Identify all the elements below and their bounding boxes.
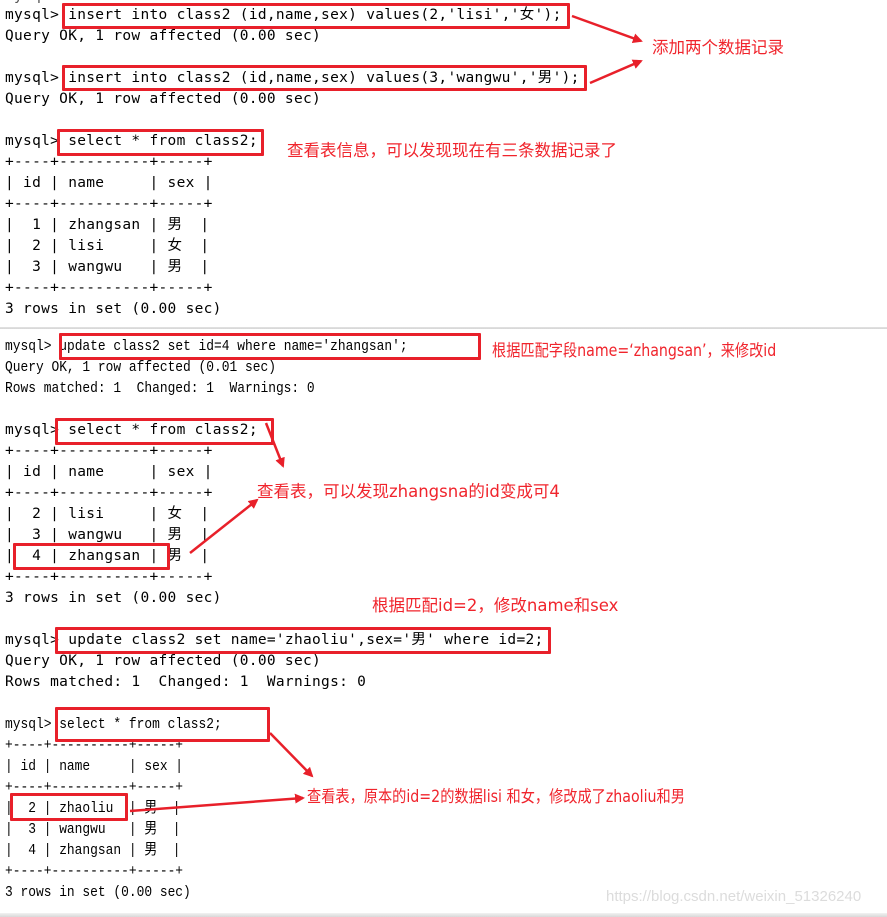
table-row: | 3 | wangwu | 男 | [5, 259, 210, 275]
annotation-select2: 查看表，可以发现zhangsna的id变成可4 [257, 482, 560, 501]
highlight-box [62, 65, 587, 91]
highlight-box [55, 707, 270, 742]
table-header: | id | name | sex | [5, 758, 184, 775]
table-row: | 4 | zhangsan | 男 | [5, 842, 181, 859]
annotation-update2: 根据匹配id=2，修改name和sex [372, 596, 619, 615]
annotation-update1: 根据匹配字段name=‘zhangsan’，来修改id [492, 341, 777, 360]
query-result: Rows matched: 1 Changed: 1 Warnings: 0 [5, 380, 315, 397]
table-border: +----+----------+-----+ [5, 863, 184, 880]
table-border: +----+----------+-----+ [5, 196, 213, 212]
result-summary: 3 rows in set (0.00 sec) [5, 590, 222, 606]
query-result: Query OK, 1 row affected (0.01 sec) [5, 359, 276, 376]
result-summary: 3 rows in set (0.00 sec) [5, 884, 191, 901]
highlight-box-row [13, 543, 170, 570]
table-border: +----+----------+-----+ [5, 485, 213, 501]
highlight-box [57, 129, 264, 156]
prompt: mysql> [5, 70, 60, 86]
query-result: Query OK, 1 row affected (0.00 sec) [5, 653, 322, 669]
table-header: | id | name | sex | [5, 464, 213, 480]
table-row: | 1 | zhangsan | 男 | [5, 217, 210, 233]
table-row: | 3 | wangwu | 男 | [5, 821, 181, 838]
watermark: https://blog.csdn.net/weixin_51326240 [606, 888, 862, 905]
highlight-box [62, 3, 570, 29]
annotation-select3: 查看表，原本的id=2的数据lisi 和女，修改成了zhaoliu和男 [307, 787, 685, 806]
prompt: mysql> [5, 632, 60, 648]
query-result: Rows matched: 1 Changed: 1 Warnings: 0 [5, 674, 367, 690]
result-summary: 3 rows in set (0.00 sec) [5, 301, 222, 317]
prompt: mysql> [5, 7, 60, 23]
table-row: | 2 | lisi | 女 | [5, 506, 210, 522]
table-row: | 2 | lisi | 女 | [5, 238, 210, 254]
query-result: Query OK, 1 row affected (0.00 sec) [5, 28, 322, 44]
highlight-box [59, 333, 481, 360]
annotation-insert: 添加两个数据记录 [652, 38, 784, 57]
prompt: mysql> [5, 422, 60, 438]
screenshot-panel-1: mysql> mysql> insert into class2 (id,nam… [0, 0, 887, 329]
highlight-box [55, 418, 274, 445]
table-border: +----+----------+-----+ [5, 280, 213, 296]
prompt: mysql> [5, 716, 52, 733]
table-border: +----+----------+-----+ [5, 569, 213, 585]
bottom-edge [0, 913, 887, 917]
highlight-box-row [10, 793, 128, 821]
screenshot-panel-2: mysql> update class2 set id=4 where name… [0, 329, 887, 917]
annotation-select: 查看表信息，可以发现现在有三条数据记录了 [287, 141, 617, 160]
prompt: mysql> [5, 338, 52, 355]
query-result: Query OK, 1 row affected (0.00 sec) [5, 91, 322, 107]
highlight-box [55, 627, 551, 654]
prompt: mysql> [5, 133, 60, 149]
table-header: | id | name | sex | [5, 175, 213, 191]
